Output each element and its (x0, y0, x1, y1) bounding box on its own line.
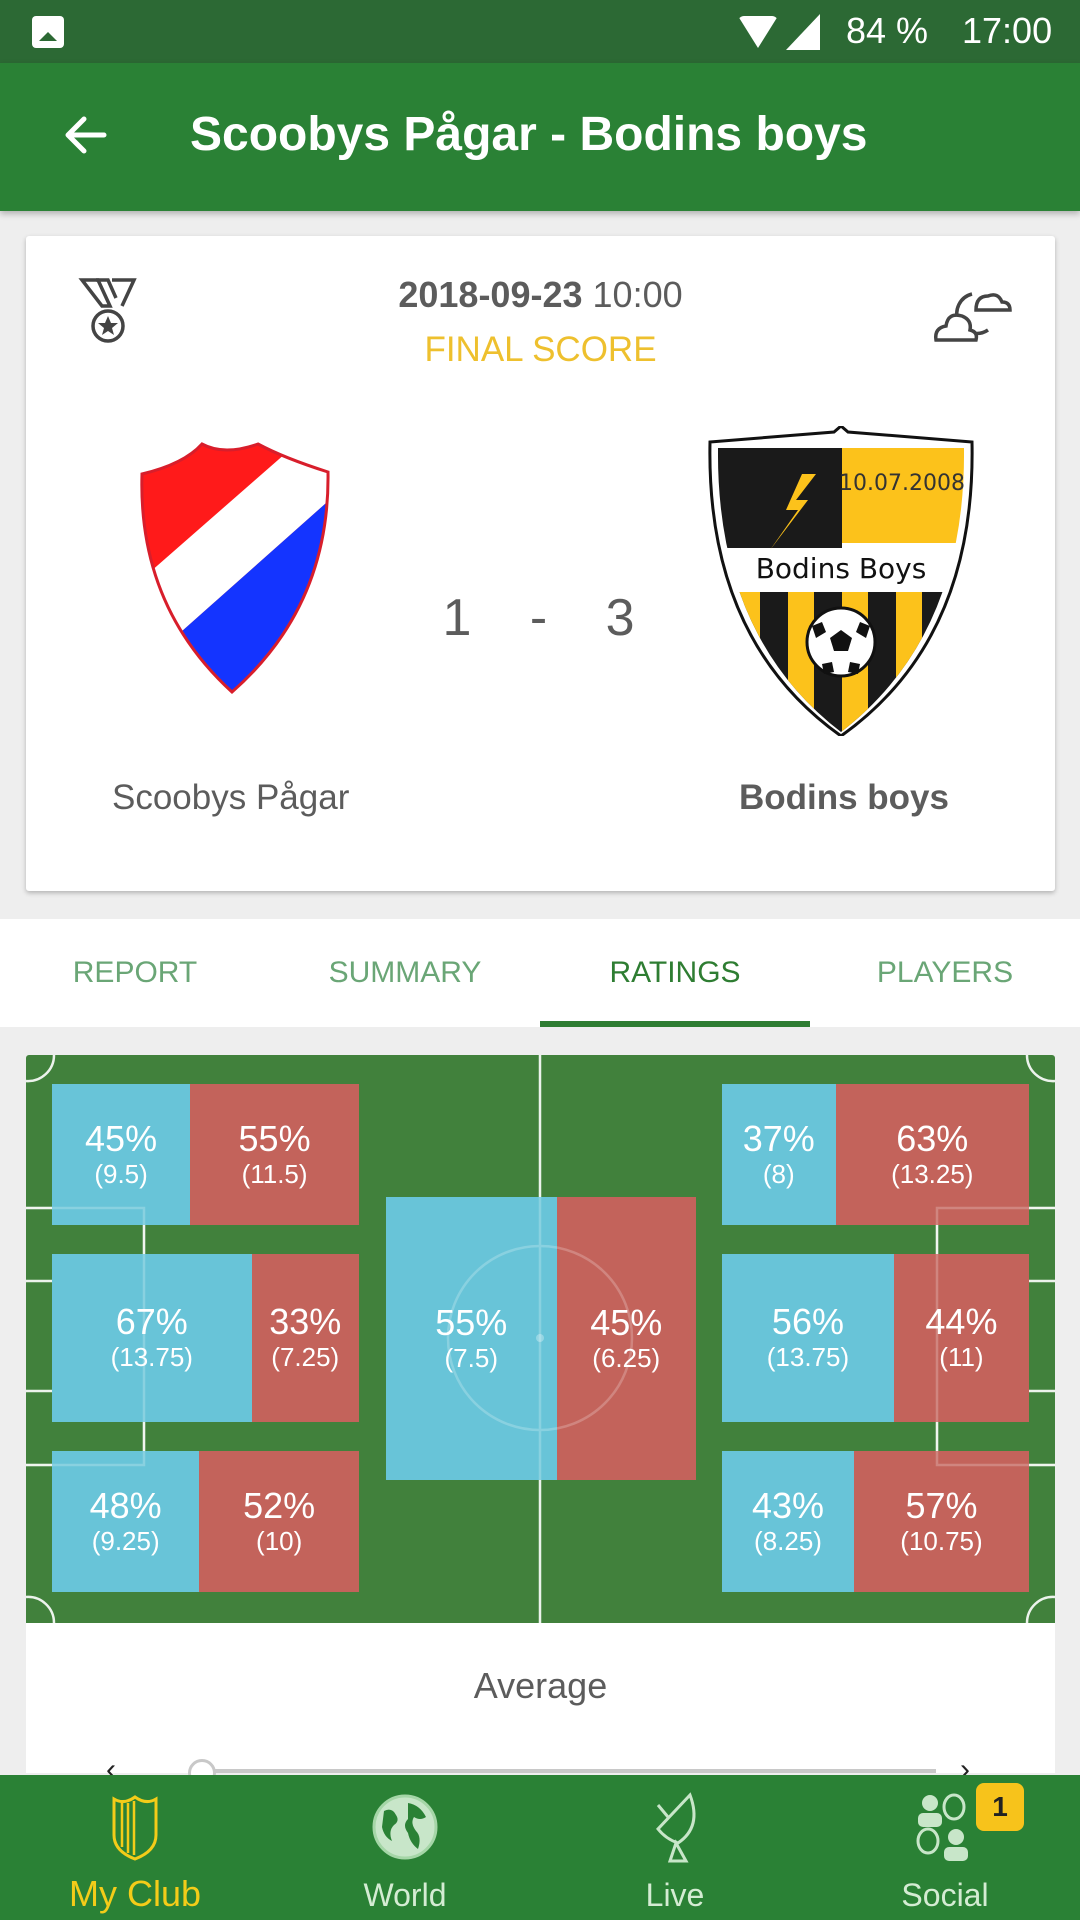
away-percent: 44% (925, 1301, 998, 1342)
away-percent: 57% (905, 1484, 978, 1526)
image-icon (32, 16, 64, 48)
away-percent: 33% (269, 1301, 342, 1342)
away-points: (6.25) (592, 1342, 661, 1373)
nav-label: My Club (68, 1873, 202, 1914)
zone-right-mid[interactable]: 56% (13.75) 44% (11) (722, 1254, 1029, 1422)
home-share: 45% (9.5) (52, 1084, 191, 1225)
active-tab-indicator (540, 1021, 810, 1027)
battery-level: 84 % (846, 10, 929, 51)
away-percent: 55% (238, 1117, 311, 1159)
away-percent: 45% (590, 1301, 663, 1343)
home-percent: 43% (751, 1484, 825, 1526)
wifi-icon (738, 16, 778, 48)
away-points: (11.5) (241, 1158, 308, 1189)
home-percent: 45% (85, 1117, 158, 1159)
home-percent: 48% (89, 1484, 162, 1526)
tab-players[interactable]: PLAYERS (810, 919, 1080, 1027)
away-share: 55% (11.5) (190, 1084, 359, 1225)
signal-icon (786, 14, 820, 50)
home-percent: 56% (771, 1301, 844, 1342)
home-team-name[interactable]: Scoobys Pågar (112, 778, 412, 818)
back-button[interactable] (58, 107, 114, 163)
home-team-crest[interactable] (134, 436, 334, 696)
home-percent: 55% (435, 1301, 508, 1343)
crest-date: 10.07.2008 (839, 471, 965, 496)
match-date: 2018-09-23 (398, 274, 583, 315)
nav-world[interactable]: World (270, 1775, 540, 1920)
tab-summary[interactable]: SUMMARY (270, 919, 540, 1027)
home-share: 43% (8.25) (722, 1451, 854, 1592)
home-share: 37% (8) (722, 1084, 836, 1225)
away-points: (13.25) (891, 1158, 974, 1189)
away-share: 33% (7.25) (251, 1254, 359, 1422)
home-percent: 67% (115, 1301, 188, 1342)
away-points: (10.75) (900, 1525, 983, 1556)
home-share: 67% (13.75) (52, 1254, 252, 1422)
home-points: (9.25) (91, 1525, 160, 1556)
ratings-pitch: 45% (9.5) 55% (11.5) 67% (13.75) 33% (7.… (26, 1055, 1055, 1623)
page-title: Scoobys Pågar - Bodins boys (190, 108, 868, 161)
away-team-crest[interactable]: 10.07.2008 Bodins Boys (704, 426, 978, 736)
crest-name: Bodins Boys (756, 552, 927, 585)
nav-social[interactable]: Social (810, 1775, 1080, 1920)
nav-live[interactable]: Live (540, 1775, 810, 1920)
home-points: (13.75) (766, 1342, 850, 1372)
tab-bar: REPORT SUMMARY RATINGS PLAYERS (0, 919, 1080, 1027)
arrow-left-icon (65, 116, 107, 154)
shield-icon (112, 1795, 158, 1861)
home-share: 56% (13.75) (722, 1254, 894, 1422)
away-percent: 52% (243, 1484, 316, 1526)
zone-left-top[interactable]: 45% (9.5) 55% (11.5) (52, 1084, 359, 1225)
status-bar: 84 % 17:00 (0, 0, 1080, 63)
away-share: 63% (13.25) (835, 1084, 1029, 1225)
away-score: 3 (605, 589, 639, 647)
satellite-dish-icon (656, 1792, 696, 1863)
away-share: 45% (6.25) (556, 1197, 696, 1480)
away-team-name[interactable]: Bodins boys (739, 778, 949, 818)
people-chat-icon (916, 1793, 968, 1861)
nav-label: World (363, 1877, 447, 1913)
app-bar: Scoobys Pågar - Bodins boys (0, 63, 1080, 211)
away-share: 52% (10) (199, 1451, 359, 1592)
zone-right-bottom[interactable]: 43% (8.25) 57% (10.75) (722, 1451, 1029, 1592)
match-status: FINAL SCORE (424, 330, 657, 369)
nav-label: Live (645, 1877, 705, 1913)
zone-left-bottom[interactable]: 48% (9.25) 52% (10) (52, 1451, 359, 1592)
zone-center[interactable]: 55% (7.5) 45% (6.25) (386, 1197, 696, 1480)
tab-ratings[interactable]: RATINGS (540, 919, 810, 1027)
match-datetime: 2018-09-23 10:00 (26, 274, 1055, 316)
tab-report[interactable]: REPORT (0, 919, 270, 1027)
away-points: (11) (939, 1342, 984, 1372)
ratings-view-label: Average (473, 1665, 608, 1706)
home-share: 48% (9.25) (52, 1451, 200, 1592)
home-points: (8) (762, 1158, 795, 1189)
away-share: 44% (11) (893, 1254, 1029, 1422)
home-points: (8.25) (754, 1525, 822, 1556)
clock: 17:00 (962, 10, 1053, 51)
home-share: 55% (7.5) (386, 1197, 557, 1480)
away-percent: 63% (896, 1117, 969, 1159)
home-points: (7.5) (444, 1342, 498, 1373)
home-percent: 37% (742, 1117, 815, 1159)
time-slider[interactable] (196, 1769, 936, 1773)
away-points: (10) (256, 1525, 303, 1556)
social-notification-badge: 1 (976, 1783, 1024, 1831)
away-points: (7.25) (271, 1342, 340, 1372)
match-card: 2018-09-23 10:00 FINAL SCORE 1 - 3 10.07… (26, 236, 1055, 891)
match-time: 10:00 (592, 274, 683, 315)
ratings-view-panel: Average ‹ › (26, 1623, 1055, 1787)
nav-label: Social (901, 1877, 989, 1913)
nav-my-club[interactable]: My Club (0, 1775, 270, 1920)
bottom-navigation: My Club World Live Social (0, 1775, 1080, 1920)
home-points: (13.75) (110, 1342, 193, 1372)
home-score: 1 (442, 589, 476, 647)
zone-left-mid[interactable]: 67% (13.75) 33% (7.25) (52, 1254, 359, 1422)
away-share: 57% (10.75) (854, 1451, 1029, 1592)
score-separator: - (529, 589, 552, 647)
zone-right-top[interactable]: 37% (8) 63% (13.25) (722, 1084, 1029, 1225)
home-points: (9.5) (94, 1158, 148, 1189)
globe-icon (372, 1794, 438, 1860)
